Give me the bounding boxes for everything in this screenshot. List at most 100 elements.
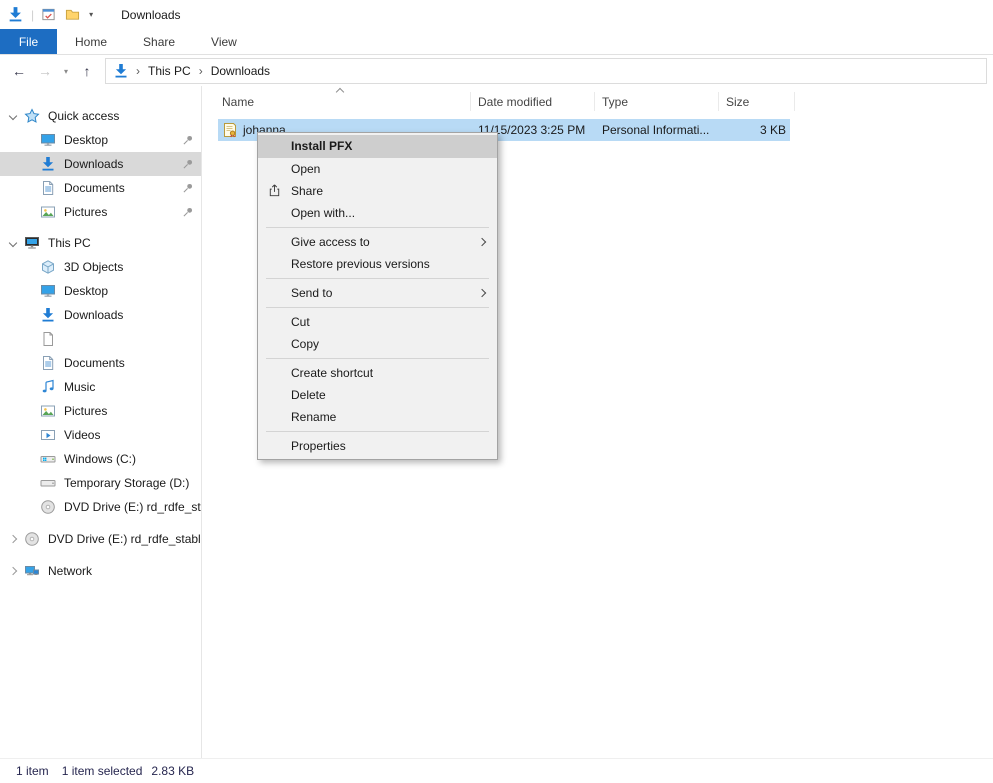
- pin-icon: [182, 134, 194, 146]
- tab-share[interactable]: Share: [125, 29, 193, 54]
- menu-item-label: Send to: [291, 286, 332, 300]
- sidebar-item-3d-objects[interactable]: 3D Objects: [0, 255, 201, 279]
- file-explorer-window: | ▾ Downloads File Home Share View ← → ▾…: [0, 0, 993, 783]
- new-folder-qat-icon[interactable]: [65, 7, 80, 22]
- menu-item-label: Delete: [291, 388, 326, 402]
- sidebar-item-network[interactable]: Network: [0, 559, 201, 583]
- sidebar-item-label: Videos: [64, 428, 100, 442]
- sidebar-item-unnamed[interactable]: [0, 327, 201, 351]
- dvd-icon: [40, 499, 56, 515]
- column-headers: Name Date modified Type Size: [203, 88, 989, 114]
- menu-item-label: Install PFX: [291, 139, 352, 153]
- collapsed-chevron-icon[interactable]: [9, 535, 17, 543]
- qat-customize-chevron-icon[interactable]: ▾: [89, 10, 93, 19]
- sidebar-item-this-pc[interactable]: This PC: [0, 231, 201, 255]
- sidebar-item-label: Music: [64, 380, 95, 394]
- sidebar-item-label: Windows (C:): [64, 452, 136, 466]
- sidebar-item-dvd-drive-root[interactable]: DVD Drive (E:) rd_rdfe_stable.: [0, 527, 201, 551]
- column-header-name[interactable]: Name: [222, 95, 254, 109]
- menu-item-label: Open with...: [291, 206, 355, 220]
- share-icon: [267, 183, 282, 198]
- sidebar-item-temporary-storage-d[interactable]: Temporary Storage (D:): [0, 471, 201, 495]
- pfx-certificate-file-icon: [222, 122, 238, 138]
- collapsed-chevron-icon[interactable]: [9, 567, 17, 575]
- pin-icon: [182, 182, 194, 194]
- tab-file[interactable]: File: [0, 29, 57, 54]
- menu-item-label: Restore previous versions: [291, 257, 430, 271]
- recent-locations-chevron-icon[interactable]: ▾: [58, 67, 74, 76]
- navigation-pane: Quick access Desktop Downloads Documents…: [0, 86, 202, 759]
- menu-item-create-shortcut[interactable]: Create shortcut: [258, 362, 497, 384]
- sidebar-item-pictures[interactable]: Pictures: [0, 399, 201, 423]
- menu-item-send-to[interactable]: Send to: [258, 282, 497, 304]
- sidebar-item-pictures-qa[interactable]: Pictures: [0, 200, 201, 224]
- sidebar-item-documents-qa[interactable]: Documents: [0, 176, 201, 200]
- sidebar-item-desktop-qa[interactable]: Desktop: [0, 128, 201, 152]
- network-icon: [24, 563, 40, 579]
- sidebar-item-label: DVD Drive (E:) rd_rdfe_stable.: [48, 532, 201, 546]
- menu-item-delete[interactable]: Delete: [258, 384, 497, 406]
- properties-qat-icon[interactable]: [41, 7, 56, 22]
- ribbon-tabs: File Home Share View: [0, 29, 993, 55]
- desktop-icon: [40, 283, 56, 299]
- menu-item-copy[interactable]: Copy: [258, 333, 497, 355]
- forward-button[interactable]: →: [32, 63, 58, 79]
- sidebar-item-label: Downloads: [64, 308, 123, 322]
- sidebar-item-label: Network: [48, 564, 92, 578]
- column-divider[interactable]: [718, 92, 719, 111]
- sidebar-item-label: Desktop: [64, 133, 108, 147]
- sidebar-item-label: Quick access: [48, 109, 119, 123]
- sidebar-item-quick-access[interactable]: Quick access: [0, 104, 201, 128]
- menu-item-label: Rename: [291, 410, 336, 424]
- sidebar-item-desktop[interactable]: Desktop: [0, 279, 201, 303]
- menu-item-label: Share: [291, 184, 323, 198]
- column-divider[interactable]: [470, 92, 471, 111]
- sidebar-item-documents[interactable]: Documents: [0, 351, 201, 375]
- menu-item-share[interactable]: Share: [258, 180, 497, 202]
- column-header-type[interactable]: Type: [602, 95, 628, 109]
- menu-item-give-access-to[interactable]: Give access to: [258, 231, 497, 253]
- sidebar-item-label: Pictures: [64, 404, 107, 418]
- breadcrumb-chevron-icon: ›: [132, 64, 144, 78]
- sidebar-item-downloads-qa[interactable]: Downloads: [0, 152, 201, 176]
- menu-separator: [266, 278, 489, 279]
- expand-chevron-icon[interactable]: [9, 239, 17, 247]
- videos-icon: [40, 427, 56, 443]
- menu-item-open-with[interactable]: Open with...: [258, 202, 497, 224]
- column-divider[interactable]: [594, 92, 595, 111]
- sidebar-item-downloads[interactable]: Downloads: [0, 303, 201, 327]
- sidebar-item-music[interactable]: Music: [0, 375, 201, 399]
- up-button[interactable]: ↑: [74, 63, 100, 79]
- menu-item-rename[interactable]: Rename: [258, 406, 497, 428]
- sidebar-item-label: 3D Objects: [64, 260, 123, 274]
- tab-home[interactable]: Home: [57, 29, 125, 54]
- sidebar-item-dvd-drive-e[interactable]: DVD Drive (E:) rd_rdfe_stable: [0, 495, 201, 519]
- file-size: 3 KB: [760, 123, 786, 137]
- menu-item-properties[interactable]: Properties: [258, 435, 497, 457]
- this-pc-icon: [24, 235, 40, 251]
- sidebar-item-windows-c[interactable]: Windows (C:): [0, 447, 201, 471]
- breadcrumb-downloads[interactable]: Downloads: [207, 64, 274, 78]
- sidebar-item-label: DVD Drive (E:) rd_rdfe_stable: [64, 500, 201, 514]
- column-header-date-modified[interactable]: Date modified: [478, 95, 552, 109]
- breadcrumb[interactable]: › This PC › Downloads: [105, 58, 987, 84]
- downloads-icon: [40, 156, 56, 172]
- sidebar-item-videos[interactable]: Videos: [0, 423, 201, 447]
- column-divider[interactable]: [794, 92, 795, 111]
- column-header-size[interactable]: Size: [726, 95, 749, 109]
- context-menu: Install PFX Open Share Open with... Give…: [257, 132, 498, 460]
- menu-item-install-pfx[interactable]: Install PFX: [258, 135, 497, 158]
- breadcrumb-this-pc[interactable]: This PC: [144, 64, 195, 78]
- sort-ascending-icon: [336, 88, 344, 96]
- sidebar-item-label: Pictures: [64, 205, 107, 219]
- tab-view[interactable]: View: [193, 29, 255, 54]
- expand-chevron-icon[interactable]: [9, 112, 17, 120]
- menu-item-label: Copy: [291, 337, 319, 351]
- menu-item-open[interactable]: Open: [258, 158, 497, 180]
- status-bar: 1 item 1 item selected 2.83 KB: [0, 758, 993, 783]
- menu-item-label: Properties: [291, 439, 346, 453]
- back-button[interactable]: ←: [6, 63, 32, 79]
- windows-drive-icon: [40, 451, 56, 467]
- menu-item-cut[interactable]: Cut: [258, 311, 497, 333]
- menu-item-restore-previous-versions[interactable]: Restore previous versions: [258, 253, 497, 275]
